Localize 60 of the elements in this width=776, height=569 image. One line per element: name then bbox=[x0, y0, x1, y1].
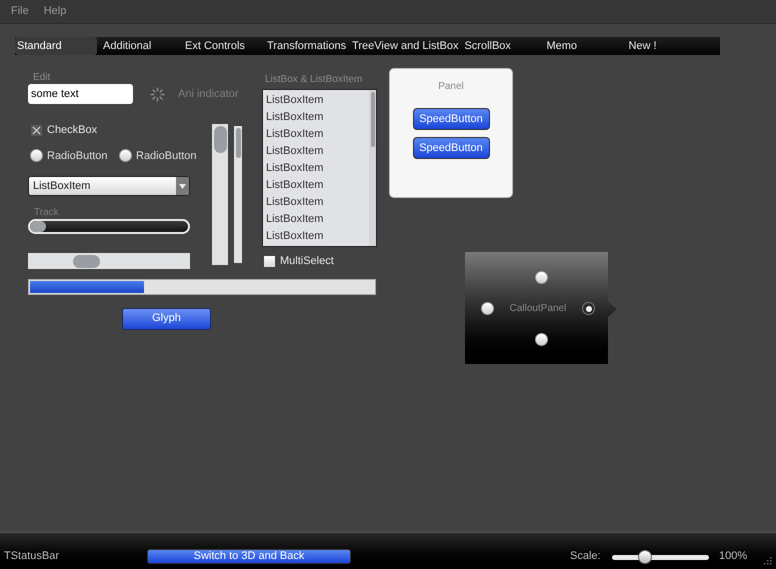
radio-button[interactable] bbox=[119, 149, 132, 162]
list-item[interactable]: ListBoxItem bbox=[263, 228, 369, 245]
ani-indicator-label: Ani indicator bbox=[178, 86, 239, 102]
radio-button[interactable] bbox=[534, 271, 548, 284]
list-item[interactable]: ListBoxItem bbox=[263, 109, 369, 126]
listbox-label: ListBox & ListBoxItem bbox=[265, 73, 364, 86]
tab[interactable]: Standard bbox=[15, 37, 97, 55]
scroll-thumb[interactable] bbox=[370, 92, 374, 147]
list-box[interactable]: ListBoxItem ListBoxItem ListBoxItem ListBoxItem ListBoxItem ListBoxItem ListBoxItem ListBoxItem ListBoxItem bbox=[262, 89, 377, 247]
checkbox[interactable] bbox=[264, 256, 275, 267]
scale-slider[interactable] bbox=[612, 550, 709, 564]
radio-button[interactable] bbox=[582, 302, 595, 315]
list-item[interactable]: ListBoxItem bbox=[263, 177, 369, 194]
scroll-thumb[interactable] bbox=[73, 254, 100, 268]
dropdown-arrow-icon bbox=[179, 184, 186, 188]
list-item[interactable]: ListBoxItem bbox=[263, 143, 369, 160]
radio-label: RadioButton bbox=[47, 148, 108, 164]
menu-item[interactable]: Help bbox=[44, 3, 66, 20]
slider-thumb[interactable] bbox=[638, 550, 652, 564]
scroll-thumb[interactable] bbox=[214, 126, 226, 153]
list-item[interactable]: ListBoxItem bbox=[263, 160, 369, 177]
glyph-button[interactable]: Glyph bbox=[122, 308, 211, 330]
panel-title: Panel bbox=[438, 80, 464, 94]
list-item[interactable]: ListBoxItem bbox=[263, 92, 369, 109]
switch-3d-button[interactable]: Switch to 3D and Back bbox=[147, 549, 351, 564]
edit-field[interactable]: some text bbox=[28, 84, 133, 104]
vertical-scrollbar[interactable] bbox=[234, 126, 242, 263]
radio-button[interactable] bbox=[534, 333, 548, 346]
vertical-scrollbar[interactable] bbox=[212, 124, 228, 265]
status-text: TStatusBar bbox=[4, 548, 60, 564]
tab[interactable]: Additional bbox=[101, 37, 183, 55]
speed-button[interactable]: SpeedButton bbox=[412, 108, 490, 130]
track-bar[interactable] bbox=[28, 219, 190, 234]
tab[interactable]: Memo bbox=[544, 37, 626, 55]
radio-button[interactable] bbox=[30, 149, 43, 162]
checkbox[interactable] bbox=[31, 124, 42, 136]
list-item[interactable]: ListBoxItem bbox=[263, 194, 369, 211]
scale-value: 100% bbox=[719, 548, 748, 564]
tab[interactable]: Ext Controls bbox=[183, 37, 265, 55]
list-item[interactable]: ListBoxItem bbox=[263, 126, 369, 143]
tab[interactable]: ScrollBox bbox=[462, 37, 544, 55]
list-item[interactable]: ListBoxItem bbox=[263, 211, 369, 228]
scroll-thumb[interactable] bbox=[236, 128, 240, 158]
radio-button[interactable] bbox=[481, 302, 494, 315]
speed-button[interactable]: SpeedButton bbox=[412, 137, 490, 159]
menu-item[interactable]: File bbox=[11, 3, 29, 20]
checkbox-label: CheckBox bbox=[47, 123, 98, 138]
checkbox-label: MultiSelect bbox=[280, 254, 334, 269]
tab[interactable]: New ! bbox=[626, 37, 708, 55]
tab[interactable]: Transformations bbox=[265, 37, 350, 55]
spinner-icon bbox=[149, 86, 166, 102]
edit-label: Edit bbox=[33, 71, 52, 84]
tab[interactable]: TreeView and ListBox bbox=[350, 37, 462, 55]
track-label: Track bbox=[34, 206, 60, 219]
callout-panel-title: CalloutPanel bbox=[510, 302, 566, 316]
resize-grip-icon bbox=[763, 556, 772, 565]
combo-box[interactable]: ListBoxItem bbox=[28, 176, 190, 196]
horizontal-scrollbar[interactable] bbox=[28, 253, 190, 269]
radio-label: RadioButton bbox=[136, 148, 197, 164]
scale-label: Scale: bbox=[570, 548, 602, 564]
